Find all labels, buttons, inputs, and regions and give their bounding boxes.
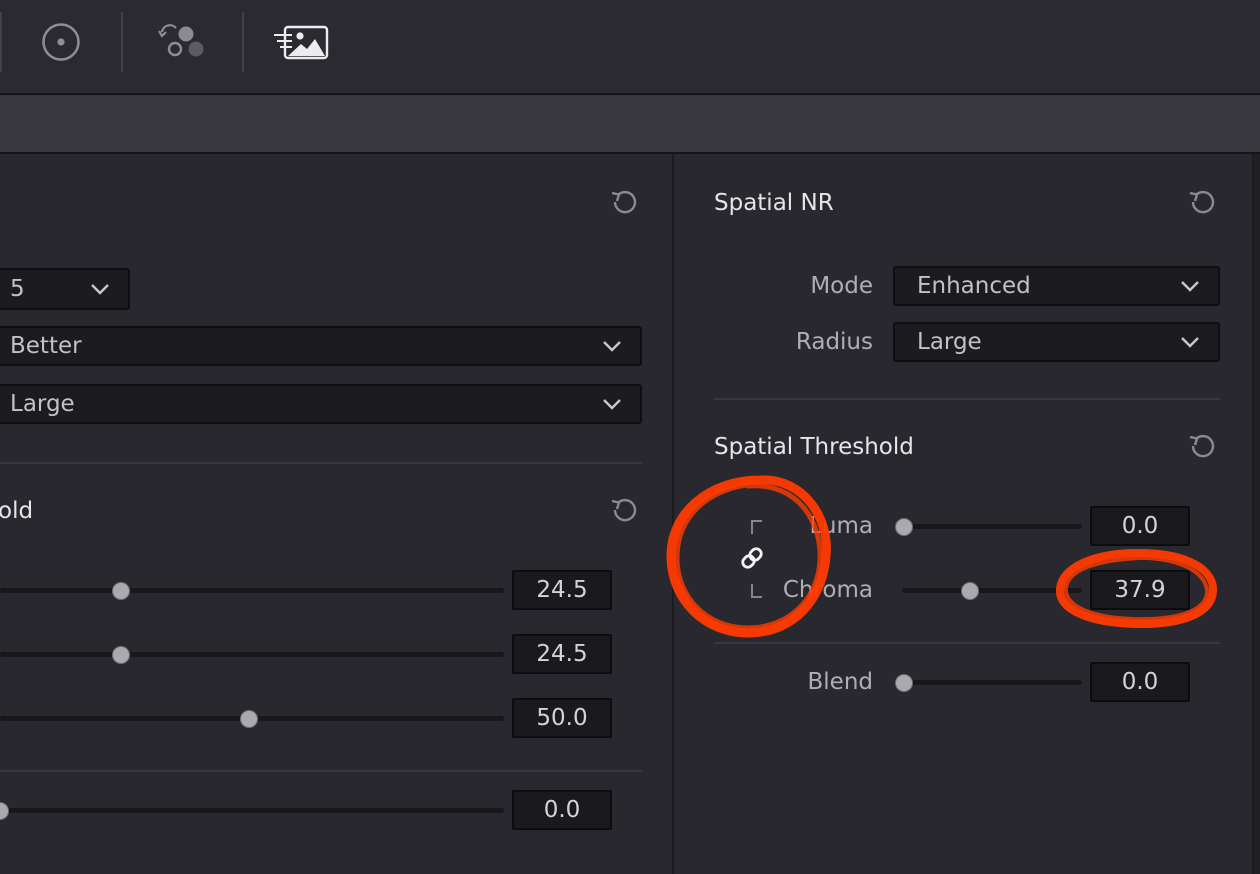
motion-estimation-dropdown[interactable]: Better <box>0 326 642 366</box>
chroma-label: Chroma <box>782 577 873 603</box>
luma-slider-handle[interactable] <box>895 518 913 536</box>
target-icon[interactable] <box>40 21 82 63</box>
panel-header-strip <box>0 95 1260 154</box>
blend-value[interactable]: 0.0 <box>1090 662 1190 702</box>
section-divider <box>714 642 1220 644</box>
blend-slider-track[interactable] <box>902 680 1082 685</box>
radius-dropdown[interactable]: Large <box>893 322 1220 362</box>
chevron-down-icon <box>603 341 621 352</box>
panel-edge <box>1252 154 1260 874</box>
motion-threshold-value[interactable]: 50.0 <box>512 698 612 738</box>
toolbar-divider <box>0 12 2 72</box>
radius-label: Radius <box>795 329 873 355</box>
reset-icon[interactable] <box>609 187 639 217</box>
section-divider <box>714 398 1220 400</box>
reset-icon[interactable] <box>1187 431 1217 461</box>
blend-slider-handle[interactable] <box>895 674 913 692</box>
slider-handle[interactable] <box>112 582 130 600</box>
reset-icon[interactable] <box>609 495 639 525</box>
slider-track[interactable] <box>0 588 504 593</box>
chevron-down-icon <box>1181 281 1199 292</box>
motion-estimation-value: Better <box>10 332 82 359</box>
color-nodes-icon[interactable] <box>156 22 208 62</box>
blend-label: Blend <box>807 669 874 695</box>
temporal-chroma-value[interactable]: 24.5 <box>512 634 612 674</box>
chevron-down-icon <box>603 399 621 410</box>
spatial-threshold-title: Spatial Threshold <box>714 434 914 460</box>
spatial-nr-panel: Spatial NR Mode Enhanced Radius Large Sp… <box>674 154 1252 874</box>
radius-dropdown-value: Large <box>917 328 982 355</box>
section-divider <box>0 770 642 772</box>
temporal-nr-panel: 5 Better Large old 24.5 24.5 50.0 0.0 <box>0 154 672 874</box>
chroma-value[interactable]: 37.9 <box>1090 570 1190 610</box>
slider-handle[interactable] <box>0 802 9 820</box>
blend-value[interactable]: 0.0 <box>512 790 612 830</box>
motion-range-dropdown[interactable]: Large <box>0 384 642 424</box>
motion-effects-icon[interactable] <box>272 25 330 61</box>
spatial-nr-title: Spatial NR <box>714 190 834 216</box>
temporal-luma-value[interactable]: 24.5 <box>512 570 612 610</box>
slider-track[interactable] <box>0 808 504 813</box>
reset-icon[interactable] <box>1187 187 1217 217</box>
slider-track[interactable] <box>0 652 504 657</box>
chevron-down-icon <box>91 284 109 295</box>
chroma-slider-handle[interactable] <box>961 582 979 600</box>
toolbar-divider <box>121 12 123 72</box>
luma-value[interactable]: 0.0 <box>1090 506 1190 546</box>
slider-handle[interactable] <box>112 646 130 664</box>
luma-slider-track[interactable] <box>902 524 1082 529</box>
slider-handle[interactable] <box>240 710 258 728</box>
toolbar <box>0 0 1260 95</box>
chroma-slider-track[interactable] <box>902 588 1082 593</box>
link-icon[interactable] <box>738 544 766 572</box>
luma-label: Luma <box>809 513 874 539</box>
mode-label: Mode <box>810 273 873 299</box>
mode-dropdown[interactable]: Enhanced <box>893 266 1220 306</box>
motion-range-value: Large <box>10 390 75 417</box>
toolbar-divider <box>242 12 244 72</box>
mode-dropdown-value: Enhanced <box>917 272 1031 299</box>
section-divider <box>0 462 642 464</box>
frames-dropdown[interactable]: 5 <box>0 268 130 310</box>
temporal-threshold-heading: old <box>0 498 34 524</box>
chevron-down-icon <box>1181 337 1199 348</box>
